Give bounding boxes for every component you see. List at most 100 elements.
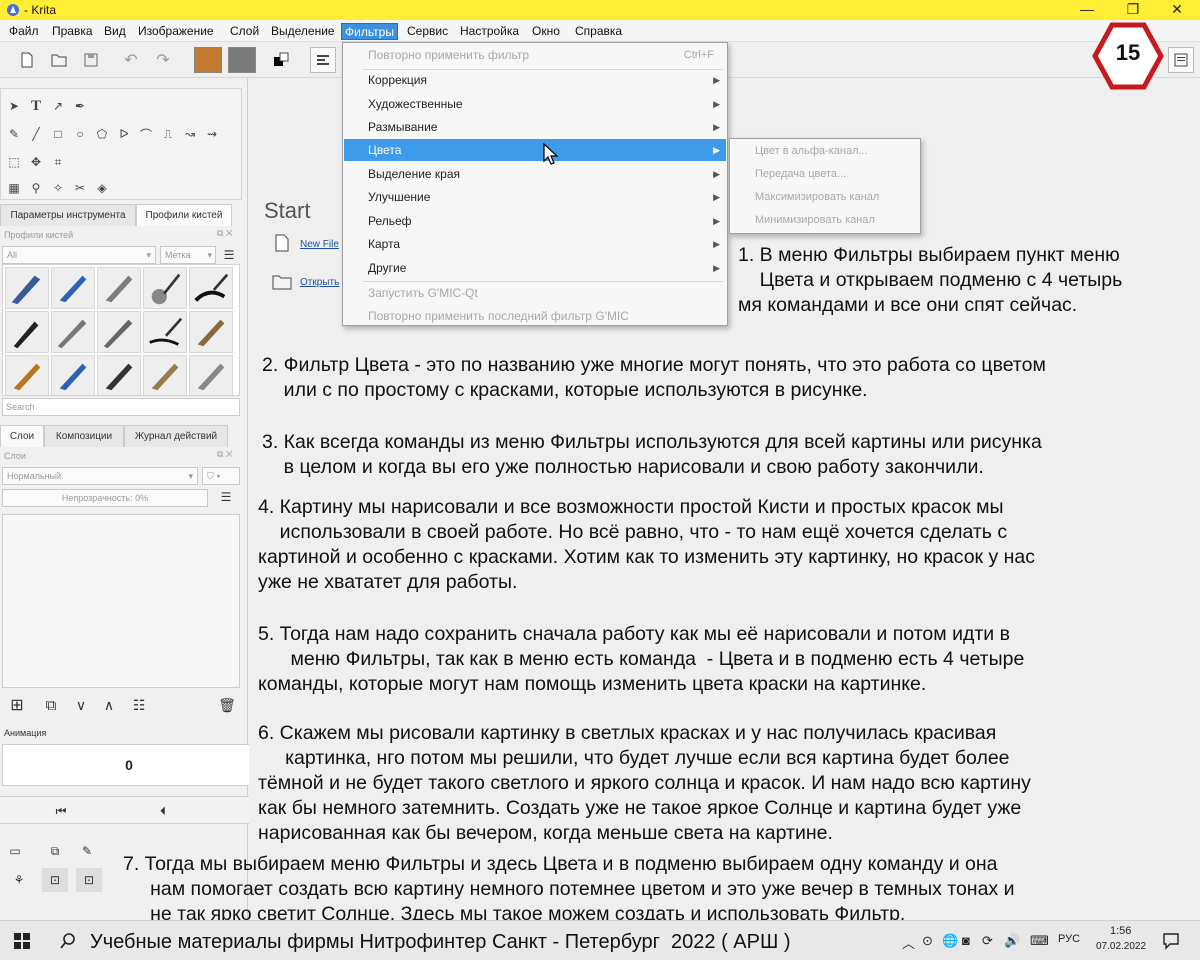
menu-item-other[interactable]: Другие ▶: [344, 257, 726, 279]
menu-item-blur[interactable]: Размывание ▶: [344, 116, 726, 138]
select-shapes-tool-icon[interactable]: ➤: [3, 95, 25, 117]
menu-item-edge-detection[interactable]: Выделение края ▶: [344, 163, 726, 185]
brush-preset[interactable]: [5, 355, 49, 395]
submenu-item-minimize-channel[interactable]: Минимизировать канал: [731, 209, 919, 232]
layer-options-icon[interactable]: ☰: [214, 486, 238, 508]
redo-icon[interactable]: ↷: [150, 47, 176, 73]
brush-search-input[interactable]: Search: [2, 398, 240, 416]
new-file-link[interactable]: New File: [300, 239, 339, 250]
calligraphy-tool-icon[interactable]: ✒: [69, 95, 91, 117]
duplicate-layer-icon[interactable]: ⧉: [38, 692, 64, 718]
move-layer-up-icon[interactable]: ∧: [96, 692, 122, 718]
brush-preset[interactable]: [189, 267, 233, 309]
brush-preset[interactable]: [5, 267, 49, 309]
first-frame-icon[interactable]: ⏮: [48, 798, 74, 824]
tab-tool-options[interactable]: Параметры инструмента: [0, 204, 136, 226]
frame-duplicate-icon[interactable]: ⧉: [42, 840, 68, 862]
layers-list[interactable]: [2, 514, 240, 688]
onion-skin-icon[interactable]: ⚘: [6, 868, 32, 892]
layers-float-close-icons[interactable]: ⧉ ✕: [217, 449, 233, 460]
layer-properties-icon[interactable]: ☷: [126, 692, 152, 718]
menu-window[interactable]: Окно: [529, 23, 563, 40]
edit-shapes-tool-icon[interactable]: ↗: [47, 95, 69, 117]
brush-tool-icon[interactable]: ✎: [3, 123, 25, 145]
brush-preset[interactable]: [51, 355, 95, 395]
ellipse-tool-icon[interactable]: ○: [69, 123, 91, 145]
fill-tool-icon[interactable]: ◈: [91, 177, 113, 199]
swap-colors-icon[interactable]: [268, 47, 294, 73]
menu-item-adjust[interactable]: Коррекция ▶: [344, 69, 726, 91]
submenu-item-maximize-channel[interactable]: Максимизировать канал: [731, 186, 919, 209]
dynamic-brush-tool-icon[interactable]: ↝: [179, 123, 201, 145]
brush-view-icon[interactable]: ☰: [218, 244, 240, 266]
smart-patch-tool-icon[interactable]: ✧: [47, 177, 69, 199]
clock-date[interactable]: 07.02.2022: [1096, 941, 1146, 952]
submenu-item-color-transfer[interactable]: Передача цвета...: [731, 163, 919, 186]
brush-preset[interactable]: [97, 355, 141, 395]
menu-settings[interactable]: Настройка: [457, 23, 522, 40]
tag-select[interactable]: Метка ▾: [160, 246, 216, 264]
rectangle-tool-icon[interactable]: □: [47, 123, 69, 145]
delete-layer-icon[interactable]: 🗑: [214, 692, 240, 718]
foreground-color-swatch[interactable]: [194, 47, 222, 73]
menu-image[interactable]: Изображение: [135, 23, 217, 40]
menu-help[interactable]: Справка: [572, 23, 625, 40]
move-layer-down-icon[interactable]: ∨: [68, 692, 94, 718]
menu-select[interactable]: Выделение: [268, 23, 338, 40]
previous-keyframe-icon[interactable]: ⏴: [150, 798, 176, 824]
submenu-item-color-to-alpha[interactable]: Цвет в альфа-канал...: [731, 140, 919, 163]
notifications-icon[interactable]: [1162, 932, 1180, 950]
line-tool-icon[interactable]: ╱: [25, 123, 47, 145]
input-language[interactable]: РУС: [1058, 933, 1080, 945]
windows-start-icon[interactable]: [14, 933, 30, 949]
brush-preset[interactable]: [97, 267, 141, 309]
minimize-button[interactable]: —: [1064, 0, 1110, 20]
add-frame-icon[interactable]: ⊡: [42, 868, 68, 892]
tab-brush-presets[interactable]: Профили кистей: [136, 204, 232, 226]
menu-item-emboss[interactable]: Рельеф ▶: [344, 210, 726, 232]
menu-item-colors[interactable]: Цвета ▶: [344, 139, 726, 161]
tray-camera-icon[interactable]: ◙: [962, 933, 970, 948]
tab-undo-history[interactable]: Журнал действий: [124, 425, 228, 447]
background-color-swatch[interactable]: [228, 47, 256, 73]
brush-preset[interactable]: [143, 311, 187, 353]
menu-view[interactable]: Вид: [101, 23, 129, 40]
copy-frame-icon[interactable]: ⊡: [76, 868, 102, 892]
network-globe-icon[interactable]: 🌐: [942, 933, 958, 949]
brush-preset[interactable]: [143, 267, 187, 309]
tray-update-icon[interactable]: ⟳: [982, 933, 993, 949]
menu-item-map[interactable]: Карта ▶: [344, 233, 726, 255]
gradient-tool-icon[interactable]: ▦: [3, 177, 25, 199]
open-file-icon[interactable]: [272, 274, 292, 290]
save-icon[interactable]: [78, 47, 104, 73]
volume-icon[interactable]: 🔊: [1004, 933, 1020, 949]
menu-edit[interactable]: Правка: [49, 23, 96, 40]
menu-file[interactable]: Файл: [6, 23, 42, 40]
polyline-tool-icon[interactable]: ᐅ: [113, 123, 135, 145]
tab-compositions[interactable]: Композиции: [44, 425, 124, 447]
undo-icon[interactable]: ↶: [118, 47, 144, 73]
layer-filter-select[interactable]: ⛉ ▾: [202, 467, 240, 485]
text-tool-icon[interactable]: T: [25, 95, 47, 117]
brush-preset[interactable]: [51, 267, 95, 309]
brush-preset[interactable]: [189, 311, 233, 353]
menu-item-start-gmic[interactable]: Запустить G'MIC-Qt: [344, 282, 726, 304]
assistant-tool-icon[interactable]: ✂: [69, 177, 91, 199]
menu-item-reapply-gmic[interactable]: Повторно применить последний фильтр G'MI…: [344, 305, 726, 327]
frame-layout-icon[interactable]: ▭: [4, 840, 26, 862]
add-layer-icon[interactable]: ⊞: [4, 692, 30, 718]
search-icon[interactable]: [60, 933, 76, 949]
clock-time[interactable]: 1:56: [1110, 925, 1131, 937]
float-close-icons[interactable]: ⧉ ✕: [217, 228, 233, 239]
menu-tools[interactable]: Сервис: [404, 23, 451, 40]
crop-tool-icon[interactable]: ⌗: [47, 151, 69, 173]
tray-app-icon[interactable]: ⊙: [922, 933, 933, 949]
new-document-icon[interactable]: [14, 47, 40, 73]
docker-menu-icon[interactable]: [1168, 47, 1194, 73]
color-picker-tool-icon[interactable]: ⚲: [25, 177, 47, 199]
tab-layers[interactable]: Слои: [0, 425, 44, 447]
workspace-icon[interactable]: [310, 47, 336, 73]
brush-filter-select[interactable]: All ▾: [2, 246, 156, 264]
blend-mode-select[interactable]: Нормальный ▾: [2, 467, 198, 485]
opacity-slider[interactable]: Непрозрачность: 0%: [2, 489, 208, 507]
